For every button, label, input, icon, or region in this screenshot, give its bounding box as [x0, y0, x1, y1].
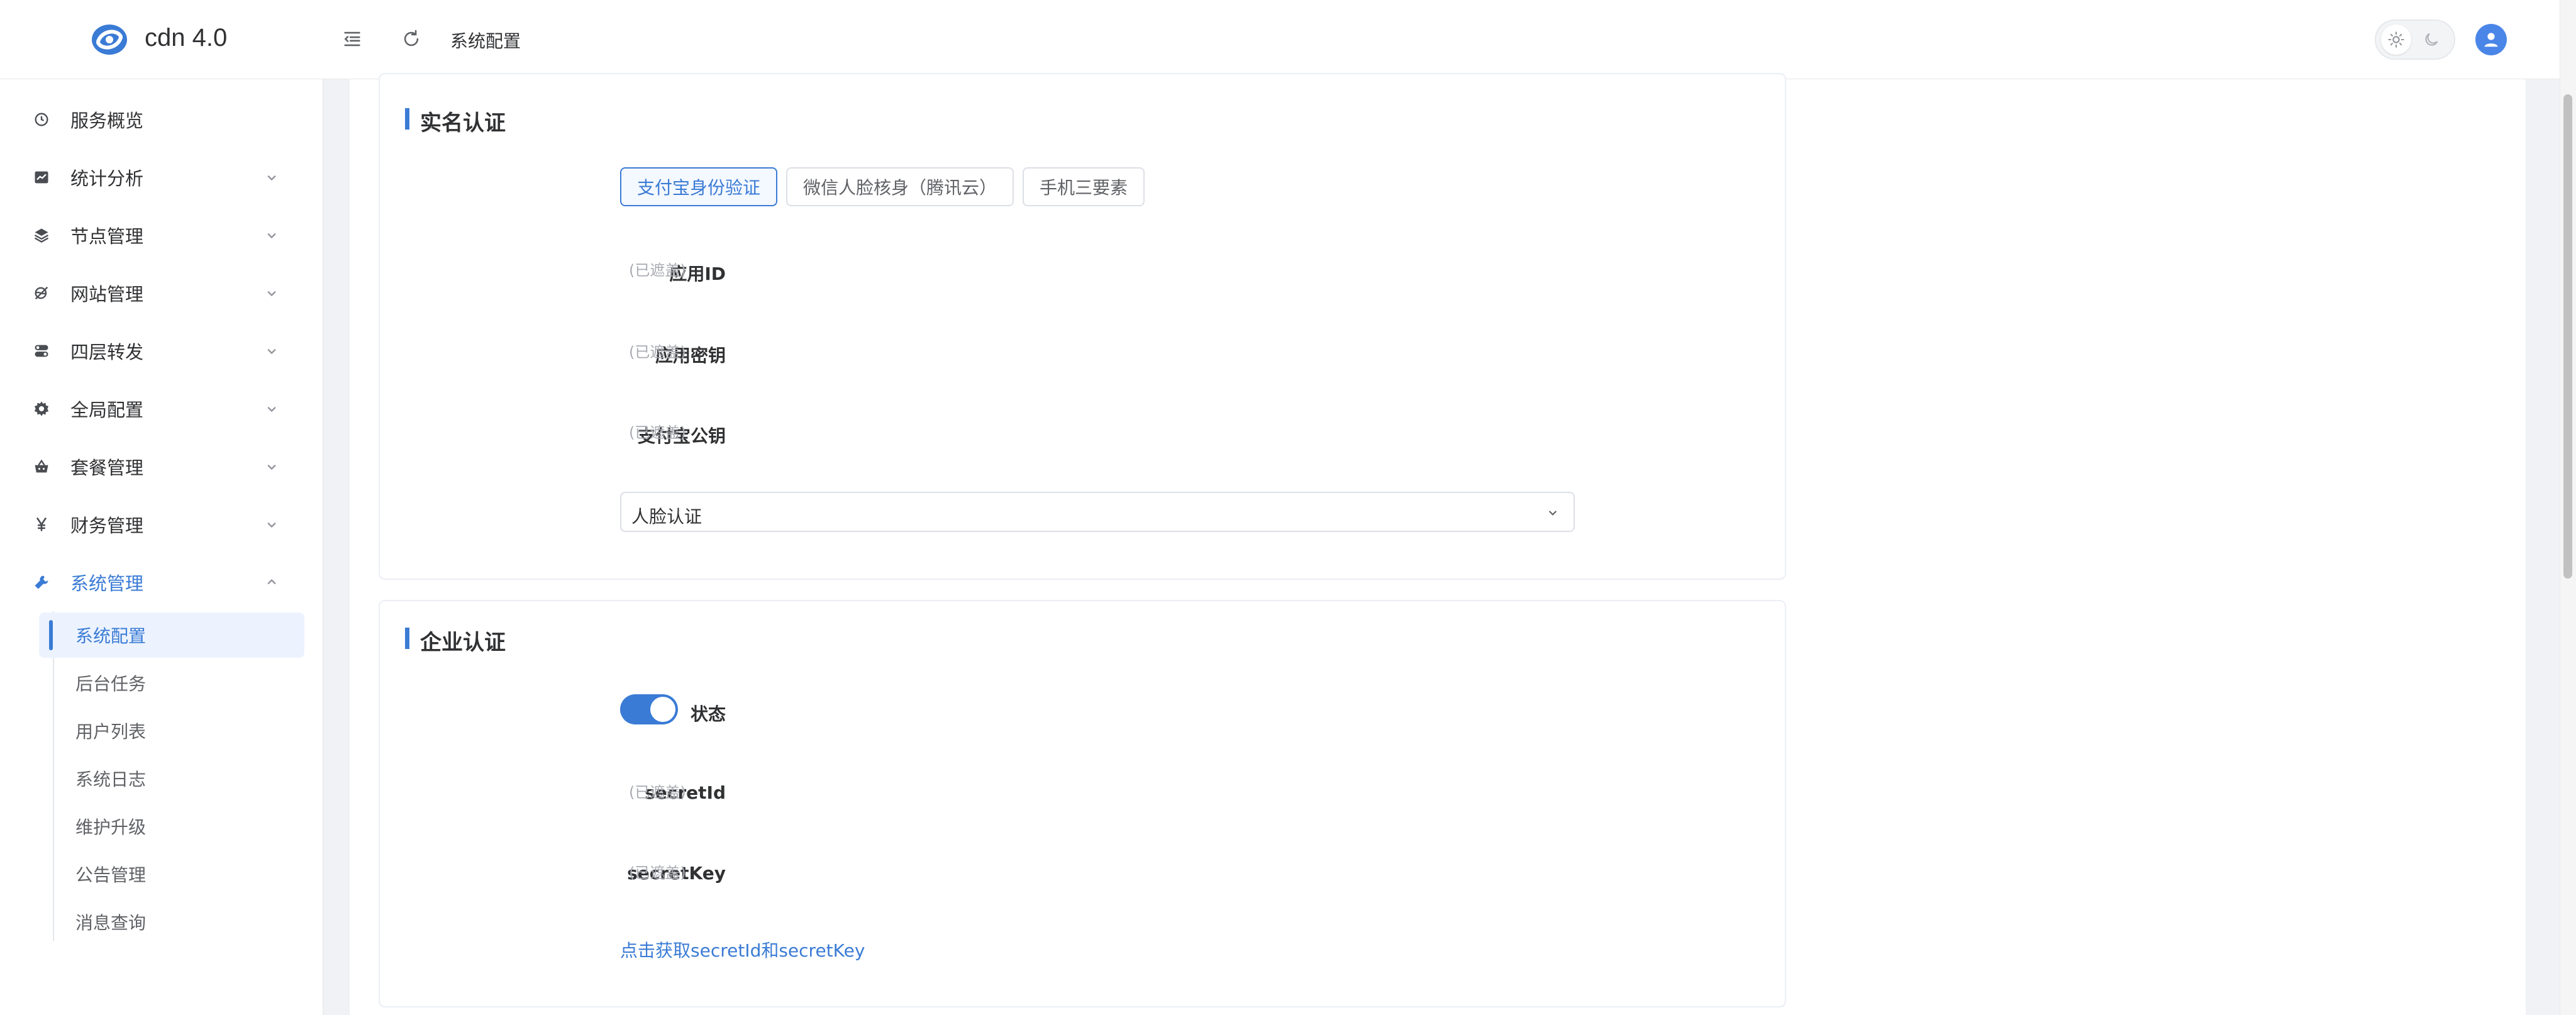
chevron-down-icon: [267, 291, 276, 297]
sidebar-item-overview[interactable]: 服务概览: [0, 94, 323, 145]
chevron-down-icon: [267, 406, 276, 413]
sidebar-item-label: 财务管理: [70, 515, 144, 536]
method-phone-three-factor-button[interactable]: 手机三要素: [1023, 167, 1145, 206]
sidebar-item-system[interactable]: 系统管理: [0, 557, 323, 607]
sidebar-subitem-maintenance[interactable]: 维护升级: [39, 804, 304, 849]
sidebar-subitem-system-log[interactable]: 系统日志: [39, 756, 304, 801]
sidebar-item-l4-forward[interactable]: 四层转发: [0, 326, 323, 376]
status-label: 状态: [690, 704, 726, 724]
status-switch[interactable]: [620, 694, 678, 724]
sidebar-subitem-label: 系统日志: [75, 769, 147, 790]
sidebar-item-label: 节点管理: [70, 226, 144, 247]
sidebar-item-label: 全局配置: [70, 399, 144, 421]
sidebar-item-label: 网站管理: [70, 284, 144, 305]
enterprise-title: 企业认证: [405, 625, 506, 656]
logo-icon: [92, 25, 127, 55]
globe-icon: [31, 283, 52, 303]
sidebar-subitem-label: 维护升级: [75, 817, 147, 838]
sidebar-subitem-background-tasks[interactable]: 后台任务: [39, 660, 304, 706]
refresh-icon: [404, 30, 419, 47]
chevron-down-icon: [267, 175, 276, 181]
user-icon: [2484, 33, 2498, 47]
secret-key-label: secretKey: [627, 863, 726, 884]
sidebar-item-websites[interactable]: 网站管理: [0, 268, 323, 318]
sidebar-item-label: 系统管理: [70, 573, 144, 594]
sidebar-item-label: 服务概览: [70, 110, 144, 131]
basket-icon: [31, 457, 52, 477]
menu-fold-icon: [344, 31, 360, 47]
theme-toggle[interactable]: [2375, 19, 2455, 60]
moon-icon: [2419, 27, 2444, 52]
sidebar-item-label: 统计分析: [70, 168, 144, 189]
secret-id-label: secretId: [645, 782, 726, 803]
chevron-down-icon: [267, 348, 276, 355]
sidebar-subitem-messages[interactable]: 消息查询: [39, 899, 304, 945]
chevron-down-icon: [267, 522, 276, 528]
method-wechat-face-button[interactable]: 微信人脸核身（腾讯云）: [786, 167, 1014, 206]
method-alipay-button[interactable]: 支付宝身份验证: [620, 167, 777, 206]
chevron-up-icon: [267, 579, 276, 585]
sidebar-subitem-system-config[interactable]: 系统配置: [39, 613, 304, 658]
breadcrumb: 系统配置: [450, 31, 521, 52]
sun-icon: [2381, 25, 2411, 55]
sidebar: 服务概览 统计分析 节点管理 网站管理 四层转发 全局配置 套餐管理 财务管理 …: [0, 79, 323, 1015]
sidebar-item-nodes[interactable]: 节点管理: [0, 210, 323, 260]
enterprise-card: 企业认证 状态 secretId (已遮盖) secretKey (已遮盖) 点…: [379, 600, 1786, 1007]
layers-icon: [31, 225, 52, 245]
sidebar-subitem-label: 用户列表: [75, 721, 147, 742]
sidebar-subitem-user-list[interactable]: 用户列表: [39, 708, 304, 753]
user-avatar[interactable]: [2475, 24, 2507, 55]
clock-icon: [31, 109, 52, 130]
sidebar-item-label: 套餐管理: [70, 457, 144, 479]
secret-key-value[interactable]: (已遮盖): [629, 860, 686, 882]
sidebar-subitem-announcements[interactable]: 公告管理: [39, 851, 304, 897]
app-secret-label: 应用密钥: [655, 345, 726, 366]
chevron-down-icon: [1548, 511, 1557, 516]
menu-fold-button[interactable]: [338, 25, 366, 53]
get-secret-link[interactable]: 点击获取secretId和secretKey: [620, 937, 865, 962]
sidebar-subitem-label: 消息查询: [75, 912, 147, 933]
toggle-icon: [31, 341, 52, 361]
sidebar-item-statistics[interactable]: 统计分析: [0, 152, 323, 202]
wrench-icon: [31, 572, 52, 592]
secret-id-value[interactable]: (已遮盖): [629, 780, 686, 802]
yen-icon: [31, 514, 52, 535]
scene-select-value: 人脸认证: [631, 506, 702, 527]
alipay-public-key-value[interactable]: (已遮盖): [629, 420, 686, 442]
alipay-public-key-label: 支付宝公钥: [637, 426, 726, 446]
refresh-button[interactable]: [397, 25, 425, 53]
app-id-label: 应用ID: [669, 263, 726, 284]
chevron-down-icon: [267, 233, 276, 239]
scene-select[interactable]: 人脸认证: [620, 492, 1575, 532]
app-secret-value[interactable]: (已遮盖): [629, 340, 686, 362]
top-header: cdn 4.0 系统配置: [0, 0, 2560, 79]
chart-icon: [31, 167, 52, 187]
realname-card: 实名认证 方式 支付宝身份验证 微信人脸核身（腾讯云） 手机三要素 应用ID (…: [379, 73, 1786, 580]
sidebar-item-finance[interactable]: 财务管理: [0, 499, 323, 550]
app-id-value[interactable]: (已遮盖): [629, 258, 686, 280]
sidebar-item-packages[interactable]: 套餐管理: [0, 441, 323, 492]
realname-title: 实名认证: [405, 106, 506, 136]
sidebar-item-label: 四层转发: [70, 341, 144, 363]
gear-icon: [31, 399, 52, 419]
sidebar-subitem-label: 公告管理: [75, 865, 147, 885]
sidebar-subitem-label: 后台任务: [75, 674, 147, 694]
chevron-down-icon: [267, 464, 276, 470]
sidebar-item-global-config[interactable]: 全局配置: [0, 384, 323, 434]
switch-knob: [650, 697, 675, 722]
app-name: cdn 4.0: [145, 24, 228, 52]
sidebar-subitem-label: 系统配置: [75, 626, 147, 646]
scrollbar-thumb[interactable]: [2563, 94, 2572, 579]
